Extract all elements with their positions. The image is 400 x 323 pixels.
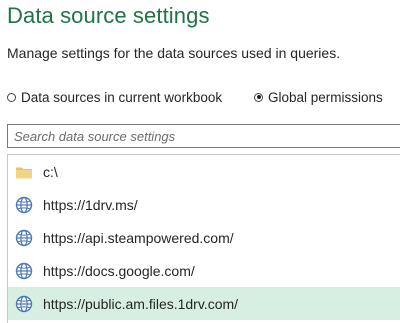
list-item-web-source[interactable]: https://api.steampowered.com/ [8, 221, 400, 254]
list-item-web-source-selected[interactable]: https://public.am.files.1drv.com/ [8, 287, 400, 320]
radio-circle-icon[interactable] [7, 92, 16, 102]
globe-icon [15, 229, 33, 247]
list-item-web-source[interactable]: https://docs.google.com/ [8, 254, 400, 287]
globe-icon [15, 262, 33, 280]
search-box[interactable] [7, 124, 400, 148]
list-item-web-source[interactable]: https://1drv.ms/ [8, 188, 400, 221]
radio-global-permissions[interactable]: Global permissions [254, 87, 383, 107]
dialog-description: Manage settings for the data sources use… [7, 45, 341, 61]
data-source-settings-dialog: Data source settings Manage settings for… [0, 0, 400, 323]
list-item-local-folder[interactable]: c:\ [8, 155, 400, 188]
globe-icon [15, 196, 33, 214]
radio-current-workbook[interactable]: Data sources in current workbook [7, 87, 222, 107]
data-source-list[interactable]: c:\ https://1drv.ms/ https://api.steampo… [7, 154, 400, 323]
list-item-label: https://public.am.files.1drv.com/ [43, 295, 239, 312]
radio-label: Data sources in current workbook [21, 89, 223, 105]
radio-label: Global permissions [268, 89, 383, 105]
globe-icon [15, 295, 33, 313]
radio-circle-checked-icon[interactable] [254, 92, 263, 102]
list-item-label: https://1drv.ms/ [43, 196, 138, 213]
dialog-title: Data source settings [7, 3, 210, 28]
folder-icon [15, 163, 33, 181]
search-input[interactable] [8, 125, 400, 147]
list-item-label: https://docs.google.com/ [43, 262, 195, 279]
list-item-label: https://api.steampowered.com/ [43, 229, 234, 246]
list-item-label: c:\ [43, 163, 58, 180]
